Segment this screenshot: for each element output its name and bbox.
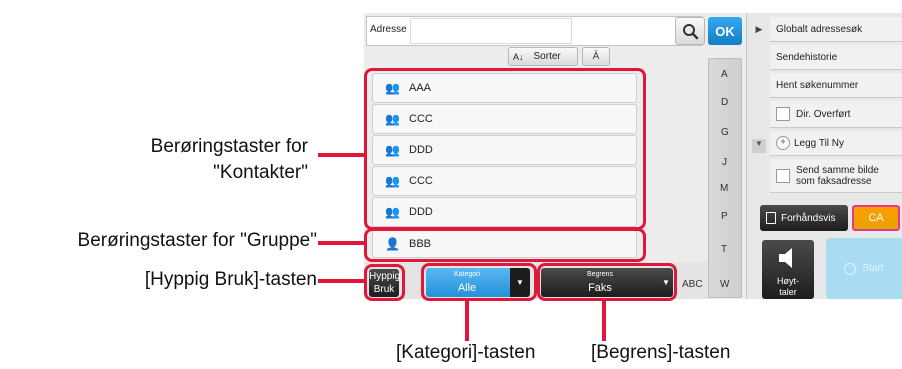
contacts-highlight-box: [364, 68, 646, 230]
alphabet-index: [708, 58, 742, 298]
frequent-use-callout-line: [318, 279, 364, 283]
index-letter-t[interactable]: T: [721, 244, 727, 255]
frequent-use-highlight-box: [364, 264, 405, 301]
global-address-search-label: Globalt adressesøk: [776, 23, 863, 35]
sort-icon: A↓: [513, 51, 524, 62]
checkbox-icon: [776, 168, 790, 183]
frequent-use-callout-label: [Hyppig Bruk]-tasten: [144, 269, 317, 290]
group-highlight-box: [364, 228, 646, 262]
global-address-search-button[interactable]: Globalt adressesøk: [770, 17, 902, 42]
add-new-button[interactable]: + Legg Til Ny: [770, 131, 902, 156]
index-letter-m[interactable]: M: [720, 183, 728, 194]
contacts-callout-label-2: "Kontakter": [213, 162, 308, 183]
contacts-callout-label-1: Berøringstaster for: [150, 136, 308, 157]
ok-button[interactable]: OK: [708, 17, 742, 45]
add-circle-icon: +: [776, 136, 790, 150]
index-letter-p[interactable]: P: [721, 211, 728, 222]
send-history-label: Sendehistorie: [776, 51, 838, 63]
ok-label: OK: [715, 23, 735, 39]
preview-icon: [766, 212, 776, 224]
start-icon: [844, 262, 857, 275]
get-search-number-button[interactable]: Hent søkenummer: [770, 73, 902, 98]
speaker-button[interactable]: Høyt- taler: [762, 240, 814, 299]
start-button[interactable]: Start: [826, 238, 902, 299]
search-button[interactable]: [675, 17, 705, 45]
ca-button[interactable]: CA: [852, 205, 900, 231]
category-highlight-box: [421, 263, 537, 301]
category-callout-label: [Kategori]-tasten: [396, 342, 536, 363]
limit-callout-line: [602, 301, 606, 341]
group-callout-label: Berøringstaster for "Gruppe": [77, 230, 317, 251]
sort-button[interactable]: A↓ Sorter: [508, 47, 578, 66]
index-letter-d[interactable]: D: [721, 97, 728, 108]
index-letter-w[interactable]: W: [720, 279, 729, 290]
limit-callout-label: [Begrens]-tasten: [591, 342, 731, 363]
get-search-number-label: Hent søkenummer: [776, 79, 859, 91]
index-letter-g[interactable]: G: [721, 127, 729, 138]
send-same-image-checkbox[interactable]: Send samme bilde som faksadresse: [770, 159, 902, 193]
add-new-label: Legg Til Ny: [794, 137, 845, 149]
speaker-label-2: taler: [779, 287, 797, 297]
sort-toggle-icon: Ā: [592, 51, 600, 62]
speaker-icon: [779, 248, 792, 268]
group-callout-line: [318, 241, 364, 245]
magnifier-icon: [683, 24, 699, 40]
preview-label: Forhåndsvis: [781, 212, 836, 224]
direct-transfer-label: Dir. Overført: [796, 108, 851, 120]
speaker-label-1: Høyt-: [777, 276, 799, 286]
start-label: Start: [862, 263, 884, 274]
panel-collapse-icon[interactable]: ▶: [752, 24, 766, 38]
abc-toggle[interactable]: ABC: [682, 279, 703, 290]
index-letter-a[interactable]: A: [721, 69, 728, 80]
sort-label: Sorter: [533, 51, 561, 62]
contacts-callout-line: [318, 153, 364, 157]
send-same-image-label-1: Send samme bilde: [796, 164, 879, 176]
checkbox-icon: [776, 107, 790, 121]
address-input[interactable]: [410, 18, 572, 44]
sort-toggle-button[interactable]: Ā: [582, 47, 610, 66]
send-history-button[interactable]: Sendehistorie: [770, 45, 902, 70]
preview-button[interactable]: Forhåndsvis: [760, 205, 848, 231]
ca-label: CA: [868, 212, 884, 224]
send-same-image-label-2: som faksadresse: [796, 175, 872, 187]
limit-highlight-box: [537, 263, 677, 301]
direct-transfer-checkbox[interactable]: Dir. Overført: [770, 101, 902, 128]
index-letter-j[interactable]: J: [722, 157, 727, 168]
category-callout-line: [465, 301, 469, 341]
address-label: Adresse: [370, 24, 407, 35]
panel-scroll-down-icon[interactable]: ▼: [752, 139, 766, 153]
